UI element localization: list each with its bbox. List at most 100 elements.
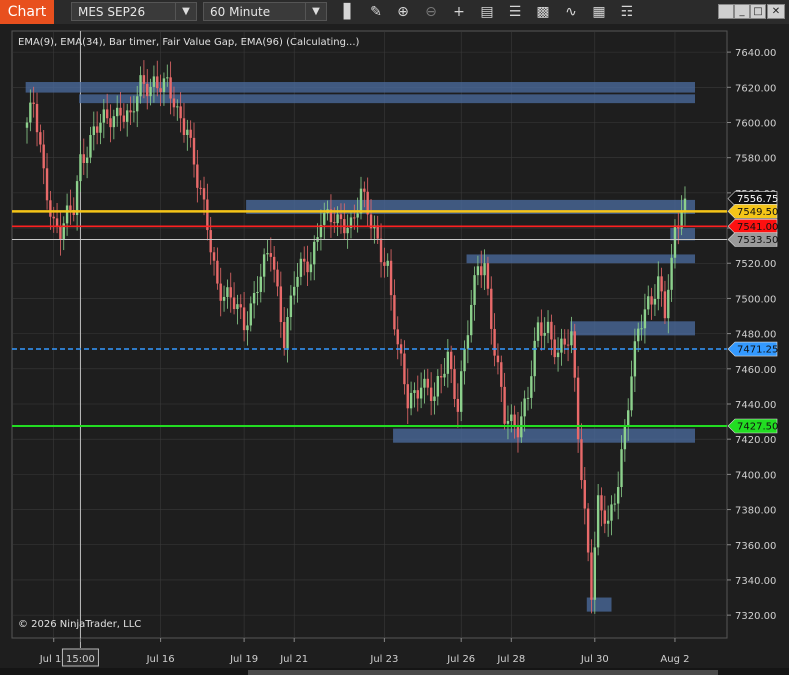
candle-body: [139, 75, 142, 97]
candle-body: [356, 213, 359, 218]
candle-body: [630, 376, 633, 411]
interval-label: 60 Minute: [210, 5, 271, 19]
chevron-down-icon[interactable]: ▼: [305, 3, 326, 20]
candle-body: [172, 98, 176, 108]
candle-body: [503, 386, 506, 424]
price-tag-label: 7556.75: [737, 194, 778, 205]
candle-body: [536, 322, 540, 341]
bar-style-icon[interactable]: ▋: [339, 3, 359, 21]
candle-body: [637, 328, 640, 342]
candle-body: [303, 258, 306, 262]
price-tag-label: 7427.50: [737, 421, 778, 432]
data-box-icon[interactable]: ▤: [477, 3, 497, 21]
candle-body: [583, 480, 586, 509]
pencil-icon[interactable]: ✎: [366, 3, 386, 21]
candle-body: [439, 376, 443, 378]
candle-body: [379, 238, 383, 263]
indicators-icon[interactable]: ∿: [561, 3, 581, 21]
maximize-icon[interactable]: □: [750, 4, 766, 19]
candle-body: [249, 303, 252, 326]
candle-body: [353, 217, 356, 219]
drawing-objects-icon[interactable]: ☶: [617, 3, 637, 21]
scrollbar-thumb[interactable]: [248, 670, 718, 675]
candle-body: [486, 263, 490, 289]
candle-body: [383, 262, 386, 266]
candle-body: [176, 106, 179, 108]
instrument-selector[interactable]: MES SEP26 ▼: [71, 2, 197, 21]
interval-selector[interactable]: 60 Minute ▼: [203, 2, 327, 21]
chevron-down-icon[interactable]: ▼: [175, 3, 196, 20]
y-tick-label: 7440.00: [735, 400, 776, 411]
strategies-icon[interactable]: ▩: [533, 3, 553, 21]
zoom-in-icon[interactable]: ⊕: [393, 3, 413, 21]
y-tick-label: 7460.00: [735, 365, 776, 376]
candle-body: [556, 352, 560, 358]
candle-body: [480, 266, 483, 276]
candle-body: [299, 258, 303, 277]
candle-body: [613, 503, 617, 505]
candle-body: [122, 115, 126, 122]
fvg-box: [25, 82, 695, 93]
candle-body: [426, 378, 429, 388]
candle-body: [45, 168, 49, 201]
candle-body: [476, 266, 480, 276]
price-chart[interactable]: 7320.00 7340.00 7360.00 7380.00 7400.00 7420.…: [0, 24, 789, 668]
candle-body: [563, 338, 566, 345]
candle-body: [25, 122, 29, 128]
x-tick-label: Jul 30: [580, 654, 609, 665]
candle-body: [449, 351, 453, 370]
candle-body: [166, 77, 169, 79]
candle-body: [69, 205, 72, 211]
candle-body: [306, 261, 309, 273]
candle-body: [59, 225, 62, 240]
properties-icon[interactable]: ☰: [505, 3, 525, 21]
candle-body: [196, 164, 199, 188]
candle-body: [590, 552, 593, 600]
candle-body: [389, 260, 393, 296]
candle-body: [229, 287, 232, 298]
candle-body: [490, 288, 493, 329]
candle-body: [663, 291, 667, 319]
candle-body: [510, 414, 513, 422]
candle-body: [209, 230, 212, 253]
candle-body: [620, 449, 623, 488]
window-button-1[interactable]: [718, 4, 734, 19]
crosshair-icon[interactable]: +: [449, 3, 469, 21]
candle-body: [346, 227, 349, 234]
candle-body: [55, 218, 59, 226]
candle-body: [156, 76, 159, 89]
candle-body: [429, 387, 433, 401]
candle-body: [99, 122, 102, 133]
candle-body: [29, 102, 32, 123]
templates-icon[interactable]: ▦: [589, 3, 609, 21]
candle-body: [293, 286, 296, 296]
y-tick-label: 7580.00: [735, 154, 776, 165]
x-tick-label: Aug 2: [660, 654, 689, 665]
candle-body: [456, 398, 460, 412]
candle-body: [309, 264, 313, 273]
candle-body: [246, 325, 249, 331]
candle-body: [146, 83, 149, 97]
candle-body: [259, 276, 262, 292]
candle-body: [643, 309, 647, 329]
candle-body: [466, 335, 470, 349]
candle-body: [403, 353, 406, 385]
candle-body: [79, 154, 82, 182]
candle-body: [162, 78, 166, 93]
candle-body: [192, 137, 196, 165]
x-tick-label: Jul 16: [146, 654, 175, 665]
candle-body: [416, 390, 419, 399]
y-tick-label: 7380.00: [735, 506, 776, 517]
candle-body: [453, 369, 456, 399]
zoom-out-icon[interactable]: ⊖: [421, 3, 441, 21]
candle-body: [85, 157, 89, 163]
candle-body: [496, 355, 500, 363]
candle-body: [129, 110, 132, 113]
chart-tab[interactable]: Chart: [0, 0, 54, 24]
x-tick-label: Jul 21: [279, 654, 308, 665]
candle-body: [600, 495, 603, 511]
minimize-icon[interactable]: _: [734, 4, 750, 19]
fvg-box: [466, 254, 695, 264]
candle-body: [523, 398, 526, 417]
close-icon[interactable]: ✕: [767, 4, 785, 19]
